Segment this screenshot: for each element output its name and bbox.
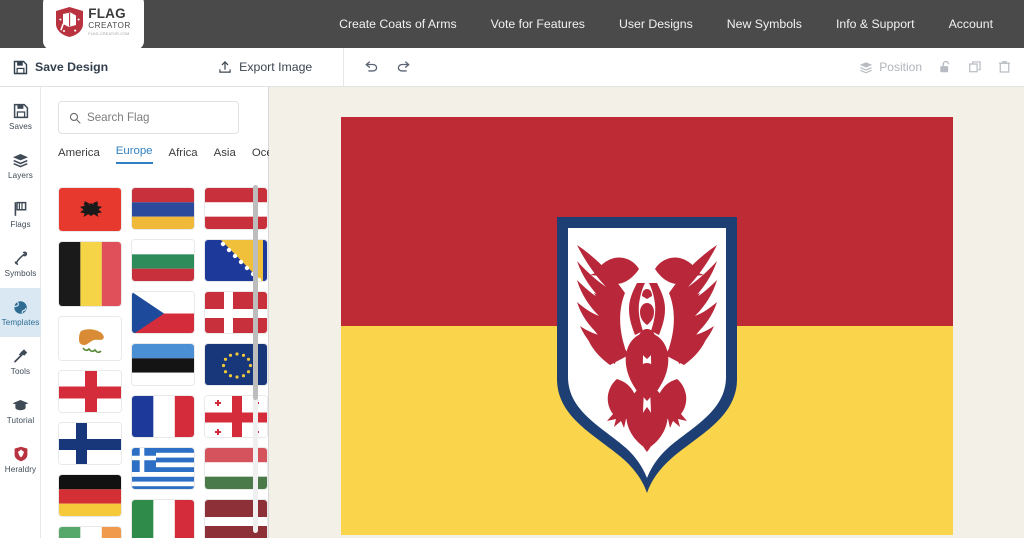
sidebar-item-layers[interactable]: Layers bbox=[0, 141, 41, 190]
flag-tile-czech-republic[interactable] bbox=[131, 291, 195, 334]
flag-tile-france[interactable] bbox=[131, 395, 195, 438]
nav-item-create-coats-of-arms[interactable]: Create Coats of Arms bbox=[322, 17, 474, 31]
undo-icon[interactable] bbox=[363, 60, 379, 74]
layers-icon bbox=[12, 152, 29, 169]
symbols-icon bbox=[13, 250, 29, 267]
flag-tile-bosnia-and-herzegovina[interactable] bbox=[204, 239, 268, 282]
heraldic-shield-icon bbox=[14, 446, 28, 463]
sidebar-item-flags[interactable]: Flags bbox=[0, 190, 41, 239]
duplicate-icon[interactable] bbox=[968, 60, 982, 74]
toolbar-right-group: Position bbox=[859, 60, 1024, 74]
flag-artboard[interactable] bbox=[340, 117, 953, 535]
flag-tile-armenia[interactable] bbox=[131, 187, 195, 230]
flag-tile-hungary[interactable] bbox=[204, 447, 268, 490]
tab-america[interactable]: America bbox=[58, 147, 100, 164]
flag-creator-app: FLAG CREATOR FLAG-CREATOR.COM Create Coa… bbox=[0, 0, 1024, 538]
unlock-icon[interactable] bbox=[938, 60, 952, 74]
continent-tabs: America Europe Africa Asia Oceania bbox=[41, 134, 294, 164]
flag-tile-bulgaria[interactable] bbox=[131, 239, 195, 282]
hammer-icon bbox=[13, 348, 29, 365]
sidebar-item-heraldry[interactable]: Heraldry bbox=[0, 435, 41, 484]
sidebar-item-symbols[interactable]: Symbols bbox=[0, 239, 41, 288]
logo-url: FLAG-CREATOR.COM bbox=[88, 32, 130, 37]
search-area bbox=[41, 87, 268, 134]
logo-shield-icon bbox=[56, 7, 84, 37]
search-flag-box[interactable] bbox=[58, 101, 239, 134]
nav-item-vote-for-features[interactable]: Vote for Features bbox=[474, 17, 602, 31]
flag-grid-column-3 bbox=[204, 187, 268, 538]
redo-icon[interactable] bbox=[396, 60, 412, 74]
nav-item-account[interactable]: Account bbox=[932, 17, 1010, 31]
flag-tile-denmark[interactable] bbox=[204, 291, 268, 334]
undo-redo-group bbox=[363, 60, 412, 74]
sidebar-item-label: Layers bbox=[8, 170, 33, 180]
flag-tile-finland[interactable] bbox=[58, 422, 122, 465]
nav-item-new-symbols[interactable]: New Symbols bbox=[710, 17, 819, 31]
left-sidebar-rail: Saves Layers Flags Symbols Templates Too… bbox=[0, 87, 41, 538]
flag-panel-scrollbar-thumb[interactable] bbox=[253, 185, 258, 400]
flag-grid bbox=[41, 179, 269, 538]
flag-tile-italy[interactable] bbox=[131, 499, 195, 538]
flag-tile-european-union[interactable] bbox=[204, 343, 268, 386]
flag-tile-albania[interactable] bbox=[58, 187, 122, 232]
templates-panel: America Europe Africa Asia Oceania bbox=[41, 87, 294, 538]
nav-item-user-designs[interactable]: User Designs bbox=[602, 17, 710, 31]
sidebar-item-label: Saves bbox=[9, 121, 32, 131]
sidebar-item-label: Flags bbox=[10, 219, 31, 229]
flag-tile-latvia[interactable] bbox=[204, 499, 268, 538]
sidebar-item-label: Heraldry bbox=[4, 464, 37, 474]
flag-tile-greece[interactable] bbox=[131, 447, 195, 490]
flag-tile-georgia[interactable] bbox=[204, 395, 268, 438]
tab-europe[interactable]: Europe bbox=[115, 145, 153, 164]
design-canvas[interactable] bbox=[269, 87, 1024, 538]
flag-tile-austria[interactable] bbox=[204, 187, 268, 230]
save-design-button[interactable]: Save Design bbox=[13, 48, 108, 87]
upload-icon bbox=[218, 60, 232, 74]
flag-tile-ireland[interactable] bbox=[58, 526, 122, 538]
search-icon bbox=[69, 112, 81, 124]
main-nav: Create Coats of Arms Vote for Features U… bbox=[322, 0, 1010, 48]
flag-grid-column-1 bbox=[58, 187, 122, 538]
sidebar-item-tutorial[interactable]: Tutorial bbox=[0, 386, 41, 435]
editor-toolbar: Save Design Export Image Position bbox=[0, 47, 1024, 87]
sidebar-item-label: Templates bbox=[1, 317, 40, 327]
sidebar-item-label: Tutorial bbox=[6, 415, 35, 425]
export-image-label: Export Image bbox=[239, 60, 313, 74]
flag-grid-column-2 bbox=[131, 187, 195, 538]
toolbar-divider bbox=[343, 47, 345, 87]
layers-stack-icon bbox=[859, 61, 873, 74]
logo[interactable]: FLAG CREATOR FLAG-CREATOR.COM bbox=[43, 0, 144, 50]
logo-text: FLAG CREATOR FLAG-CREATOR.COM bbox=[88, 7, 130, 36]
flag-grid-scroll-area bbox=[41, 179, 269, 538]
tab-africa[interactable]: Africa bbox=[169, 147, 198, 164]
sidebar-item-templates[interactable]: Templates bbox=[0, 288, 41, 337]
save-design-label: Save Design bbox=[35, 60, 109, 74]
tab-asia[interactable]: Asia bbox=[214, 147, 236, 164]
floppy-disk-icon bbox=[13, 60, 28, 75]
graduation-cap-icon bbox=[12, 397, 29, 414]
flag-tile-england[interactable] bbox=[58, 370, 122, 413]
search-input[interactable] bbox=[87, 111, 227, 124]
flag-tile-estonia[interactable] bbox=[131, 343, 195, 386]
sidebar-item-label: Symbols bbox=[4, 268, 37, 278]
flag-tile-belgium[interactable] bbox=[58, 241, 122, 307]
export-image-button[interactable]: Export Image bbox=[218, 48, 312, 87]
nav-item-info-and-support[interactable]: Info & Support bbox=[819, 17, 932, 31]
floppy-disk-icon bbox=[13, 103, 29, 120]
trash-icon[interactable] bbox=[998, 60, 1011, 74]
logo-title-line2: CREATOR bbox=[88, 21, 131, 31]
flag-tile-cyprus[interactable] bbox=[58, 316, 122, 361]
site-header: FLAG CREATOR FLAG-CREATOR.COM Create Coa… bbox=[0, 0, 1024, 50]
sidebar-item-label: Tools bbox=[10, 366, 31, 376]
position-button[interactable]: Position bbox=[859, 60, 922, 74]
flag-icon bbox=[13, 201, 28, 218]
logo-title-line1: FLAG bbox=[88, 6, 126, 22]
position-label: Position bbox=[879, 60, 922, 74]
globe-icon bbox=[13, 299, 28, 316]
flag-tile-germany[interactable] bbox=[58, 474, 122, 517]
sidebar-item-tools[interactable]: Tools bbox=[0, 337, 41, 386]
sidebar-item-saves[interactable]: Saves bbox=[0, 92, 41, 141]
